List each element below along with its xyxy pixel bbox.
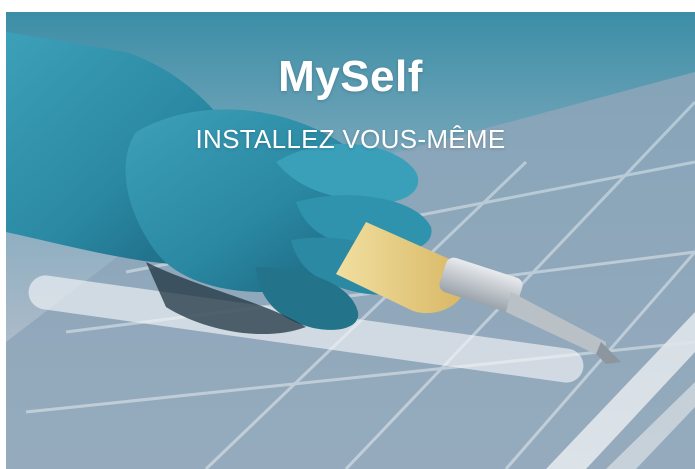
hero-banner: MySelf INSTALLEZ VOUS-MÊME (6, 12, 695, 469)
page-subtitle: INSTALLEZ VOUS-MÊME (195, 124, 506, 154)
page-title: MySelf (278, 52, 423, 101)
